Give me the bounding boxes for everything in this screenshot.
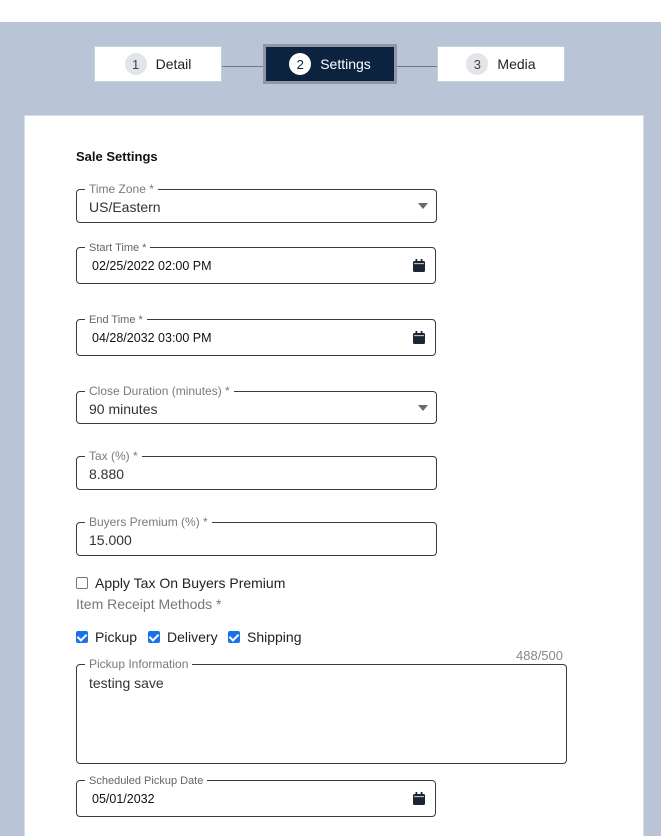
calendar-icon[interactable] (413, 792, 425, 805)
character-counter: 488/500 (516, 648, 563, 663)
tax-input[interactable]: Tax (%) * 8.880 (76, 449, 437, 490)
calendar-icon[interactable] (413, 331, 425, 344)
buyers-premium-label: Buyers Premium (%) * (85, 515, 212, 529)
start-time-value: 02/25/2022 02:00 PM (92, 259, 212, 273)
step-settings[interactable]: 2 Settings (263, 44, 397, 84)
scheduled-pickup-date-label: Scheduled Pickup Date (85, 774, 208, 788)
end-time-label: End Time * (85, 313, 147, 327)
checkbox-unchecked[interactable] (76, 577, 88, 589)
stepper-connector (395, 66, 438, 67)
buyers-premium-input[interactable]: Buyers Premium (%) * 15.000 (76, 515, 437, 556)
checkbox-checked[interactable] (148, 631, 160, 643)
chevron-down-icon (418, 203, 428, 209)
step-label: Detail (155, 56, 192, 72)
buyers-premium-value: 15.000 (89, 532, 132, 548)
step-label: Settings (320, 56, 371, 72)
pickup-information-textarea[interactable]: Pickup Information testing save (76, 657, 567, 764)
start-time-field[interactable]: Start Time * 02/25/2022 02:00 PM (76, 241, 436, 284)
step-label: Media (497, 56, 536, 72)
tax-value: 8.880 (89, 466, 125, 482)
step-number: 2 (289, 53, 312, 75)
close-duration-label: Close Duration (minutes) * (85, 384, 234, 398)
shipping-label: Shipping (247, 629, 302, 645)
time-zone-value: US/Eastern (89, 199, 161, 215)
delivery-checkbox[interactable]: Delivery (148, 629, 218, 645)
shipping-checkbox[interactable]: Shipping (228, 629, 302, 645)
item-receipt-methods-label: Item Receipt Methods * (76, 596, 222, 612)
section-title: Sale Settings (76, 149, 158, 164)
pickup-information-label: Pickup Information (85, 657, 193, 671)
apply-tax-label: Apply Tax On Buyers Premium (95, 575, 286, 591)
scheduled-pickup-date-value: 05/01/2032 (92, 792, 155, 806)
stepper-connector (222, 66, 266, 67)
close-duration-select[interactable]: Close Duration (minutes) * 90 minutes (76, 384, 437, 424)
step-number: 3 (466, 53, 489, 75)
top-strip (0, 0, 661, 22)
delivery-label: Delivery (167, 629, 218, 645)
time-zone-select[interactable]: Time Zone * US/Eastern (76, 182, 437, 223)
close-duration-value: 90 minutes (89, 401, 158, 417)
scheduled-pickup-date-field[interactable]: Scheduled Pickup Date 05/01/2032 (76, 774, 436, 817)
end-time-value: 04/28/2032 03:00 PM (92, 331, 212, 345)
end-time-field[interactable]: End Time * 04/28/2032 03:00 PM (76, 313, 436, 356)
pickup-information-value: testing save (89, 675, 164, 691)
chevron-down-icon (418, 405, 428, 411)
step-number: 1 (124, 53, 147, 75)
calendar-icon[interactable] (413, 259, 425, 272)
apply-tax-checkbox[interactable]: Apply Tax On Buyers Premium (76, 575, 285, 591)
pickup-label: Pickup (95, 629, 138, 645)
step-media[interactable]: 3 Media (437, 46, 565, 82)
pickup-checkbox[interactable]: Pickup (76, 629, 137, 645)
start-time-label: Start Time * (85, 241, 151, 255)
step-detail[interactable]: 1 Detail (94, 46, 222, 82)
time-zone-label: Time Zone * (85, 182, 158, 196)
checkbox-checked[interactable] (76, 631, 88, 643)
checkbox-checked[interactable] (228, 631, 240, 643)
tax-label: Tax (%) * (85, 449, 142, 463)
